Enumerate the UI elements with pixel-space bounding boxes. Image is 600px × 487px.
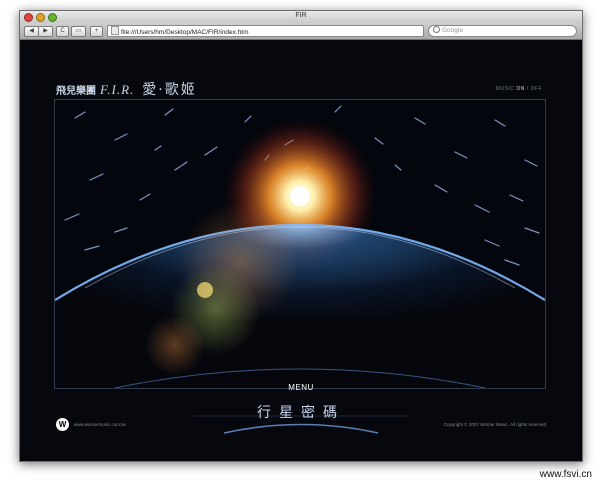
band-name-chinese: 飛兒樂團	[56, 86, 96, 97]
music-on-button[interactable]: ON	[516, 86, 525, 92]
search-icon	[433, 26, 440, 33]
menu-button[interactable]: MENU	[20, 383, 582, 392]
new-tab-button[interactable]: +	[90, 26, 103, 37]
browser-window: FIR ◀ ▶ C ▭ + file:///Users/hm/Desktop/M…	[19, 10, 583, 462]
music-toggle: MUSIC ON / OFF	[496, 86, 542, 92]
section-title: 行星密碼	[257, 405, 345, 421]
warner-music-logo-icon[interactable]: W	[56, 418, 69, 431]
band-name-latin: F.I.R.	[100, 82, 135, 97]
back-button[interactable]: ◀	[24, 26, 39, 37]
tab-overview-button[interactable]: ▭	[71, 26, 86, 37]
copyright-text: Copyright © 2007 Warner Music. All right…	[443, 422, 546, 427]
browser-toolbar: ◀ ▶ C ▭ + file:///Users/hm/Desktop/MAC/F…	[20, 23, 582, 40]
album-title: 愛·歌姬	[142, 82, 197, 98]
address-bar[interactable]: file:///Users/hm/Desktop/MAC/FIR/index.h…	[107, 25, 424, 37]
page-file-icon	[111, 26, 119, 35]
hero-banner	[54, 99, 546, 389]
music-label: MUSIC	[495, 86, 515, 92]
reload-button[interactable]: C	[56, 26, 69, 37]
watermark-text: www.fsvi.cn	[539, 469, 592, 480]
url-text: file:///Users/hm/Desktop/MAC/FIR/index.h…	[121, 29, 249, 36]
search-placeholder: Google	[442, 27, 463, 34]
site-logo[interactable]: 飛兒樂團 F.I.R. 愛·歌姬	[56, 79, 197, 99]
forward-button[interactable]: ▶	[38, 26, 53, 37]
space-scene-illustration	[55, 100, 545, 388]
music-separator: /	[526, 86, 529, 92]
window-title: FIR	[295, 12, 307, 19]
search-field[interactable]: Google	[428, 25, 577, 37]
warner-url-link[interactable]: www.warnermusic.com.tw	[74, 422, 126, 427]
web-page: 飛兒樂團 F.I.R. 愛·歌姬 MUSIC ON / OFF MENU 行星密…	[20, 40, 582, 461]
music-off-button[interactable]: OFF	[531, 86, 543, 92]
title-bar: FIR	[20, 11, 582, 23]
